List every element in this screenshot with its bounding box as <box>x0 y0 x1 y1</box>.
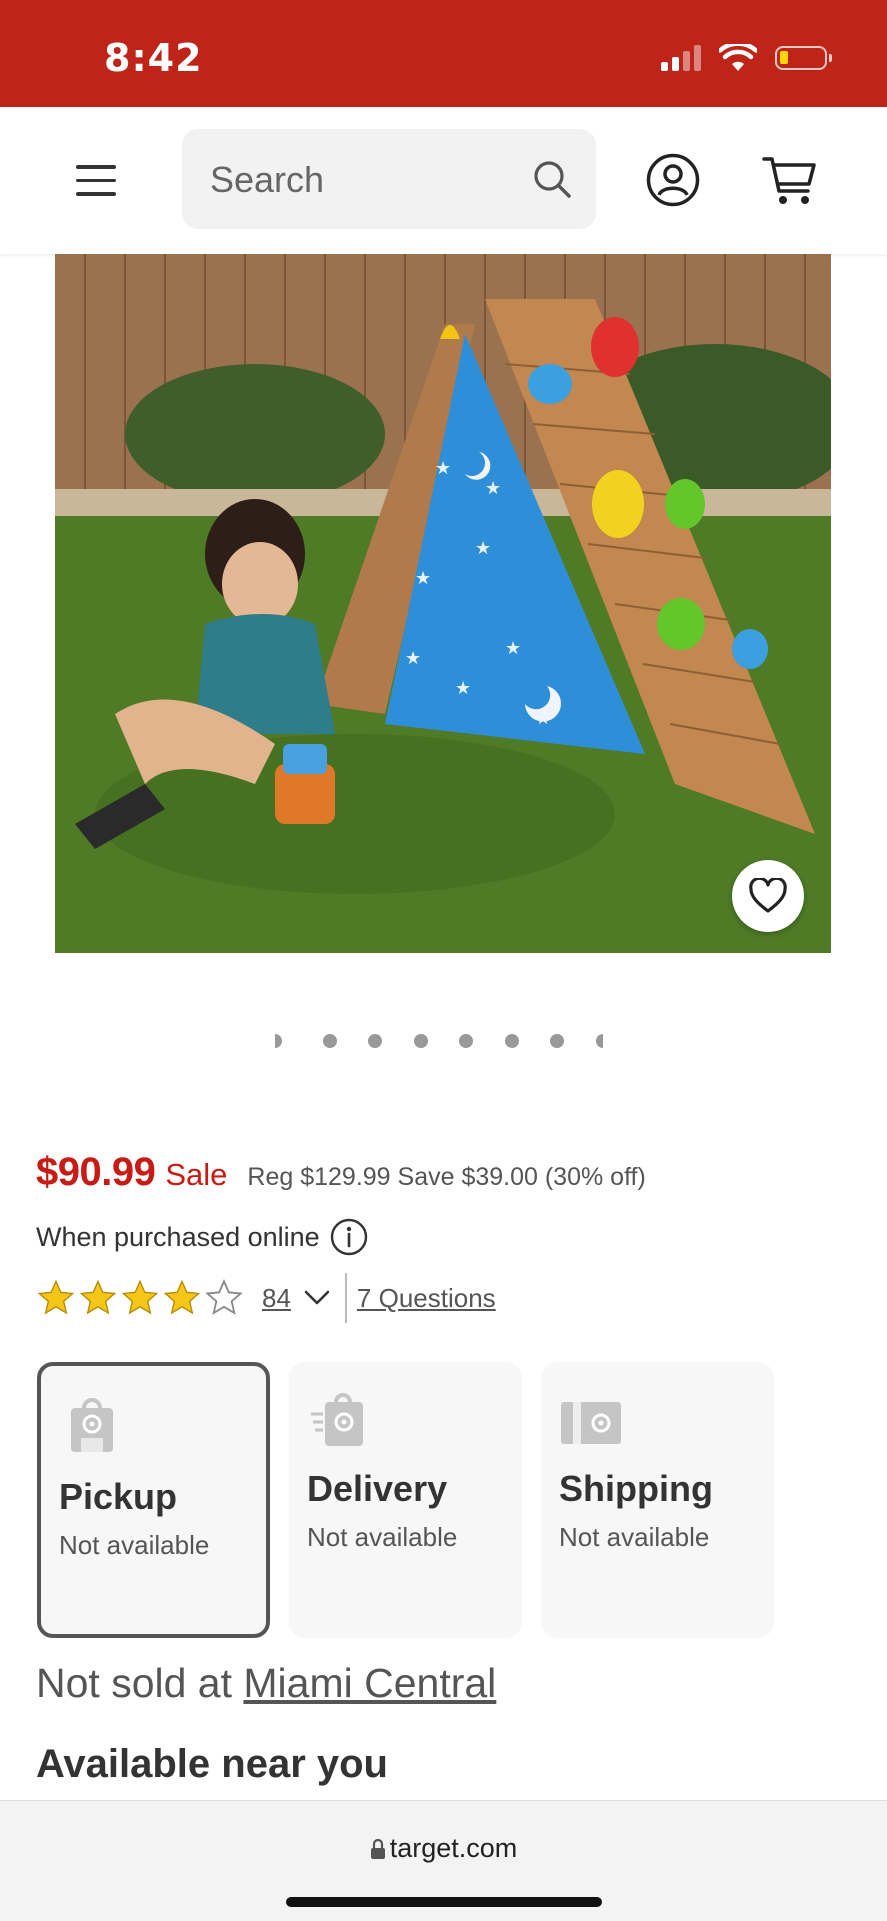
delivery-option-card[interactable]: Delivery Not available <box>289 1362 522 1638</box>
home-indicator[interactable] <box>286 1897 602 1907</box>
chevron-down-icon[interactable] <box>303 1288 331 1308</box>
store-prefix: Not sold at <box>36 1660 232 1706</box>
heart-icon <box>749 878 787 913</box>
card-status: Not available <box>559 1522 710 1552</box>
pickup-option-card[interactable]: Pickup Not available <box>37 1362 270 1638</box>
product-image[interactable]: ★★★ ★★★ ★★ <box>55 254 831 953</box>
card-title: Pickup <box>59 1476 178 1517</box>
carousel-dot[interactable] <box>459 1034 473 1048</box>
cart-icon[interactable] <box>762 153 818 207</box>
status-icons <box>661 42 832 74</box>
svg-text:★: ★ <box>505 638 521 659</box>
sale-label: Sale <box>165 1157 228 1192</box>
carousel-dot[interactable] <box>275 1034 282 1048</box>
pickup-bag-icon <box>71 1398 113 1452</box>
shipping-box-icon <box>561 1402 621 1444</box>
url-display[interactable]: target.com <box>0 1833 887 1864</box>
rating-row: 84 7 Questions <box>36 1272 496 1324</box>
star-icon <box>37 1279 75 1315</box>
star-icon <box>79 1279 117 1315</box>
available-near-you-heading: Available near you <box>36 1742 388 1786</box>
product-photo-illustration: ★★★ ★★★ ★★ <box>55 254 831 953</box>
url-text: target.com <box>389 1833 518 1863</box>
search-input[interactable] <box>208 129 512 231</box>
carousel-dot[interactable] <box>323 1034 337 1048</box>
status-time: 8:42 <box>104 36 203 80</box>
sale-price: $90.99 <box>36 1150 156 1194</box>
star-rating[interactable] <box>36 1278 244 1318</box>
review-count-link[interactable]: 84 <box>262 1283 291 1314</box>
svg-text:★: ★ <box>405 648 421 669</box>
lock-icon <box>370 1838 385 1859</box>
card-status: Not available <box>307 1522 458 1552</box>
regular-price-savings: Reg $129.99 Save $39.00 (30% off) <box>247 1163 646 1191</box>
cellular-signal-icon <box>661 45 701 71</box>
info-icon[interactable] <box>330 1218 368 1256</box>
card-title: Delivery <box>307 1468 448 1509</box>
svg-text:★: ★ <box>435 458 451 479</box>
questions-link[interactable]: 7 Questions <box>357 1283 496 1314</box>
card-title: Shipping <box>559 1468 713 1509</box>
delivery-bag-icon <box>311 1393 363 1446</box>
star-icon <box>121 1279 159 1315</box>
wifi-icon <box>719 44 757 71</box>
online-note-text: When purchased online <box>36 1221 320 1252</box>
divider <box>344 1273 347 1323</box>
status-bar: 8:42 <box>0 0 887 107</box>
svg-text:★: ★ <box>475 538 491 559</box>
browser-address-bar: target.com <box>0 1800 887 1921</box>
price-row: $90.99 Sale Reg $129.99 Save $39.00 (30%… <box>36 1150 646 1210</box>
carousel-dot[interactable] <box>414 1034 428 1048</box>
store-availability: Not sold at Miami Central <box>36 1660 496 1707</box>
shipping-option-card[interactable]: Shipping Not available <box>541 1362 774 1638</box>
hamburger-menu-icon[interactable] <box>76 165 116 197</box>
search-bar[interactable] <box>182 129 596 231</box>
carousel-dot[interactable] <box>596 1034 603 1048</box>
online-price-note: When purchased online <box>36 1218 368 1256</box>
carousel-dot[interactable] <box>368 1034 382 1048</box>
carousel-dot[interactable] <box>505 1034 519 1048</box>
carousel-dot[interactable] <box>550 1034 564 1048</box>
site-header <box>0 107 887 254</box>
battery-icon <box>775 46 832 70</box>
svg-text:★: ★ <box>415 568 431 589</box>
image-carousel-dots <box>275 1034 610 1048</box>
star-icon <box>163 1279 201 1315</box>
star-empty-icon <box>205 1279 243 1315</box>
svg-text:★: ★ <box>485 478 501 499</box>
search-icon[interactable] <box>532 159 572 199</box>
account-icon[interactable] <box>646 153 700 207</box>
store-name-link[interactable]: Miami Central <box>243 1660 496 1706</box>
favorite-button[interactable] <box>732 860 804 932</box>
svg-text:★: ★ <box>455 678 471 699</box>
card-status: Not available <box>59 1530 210 1560</box>
